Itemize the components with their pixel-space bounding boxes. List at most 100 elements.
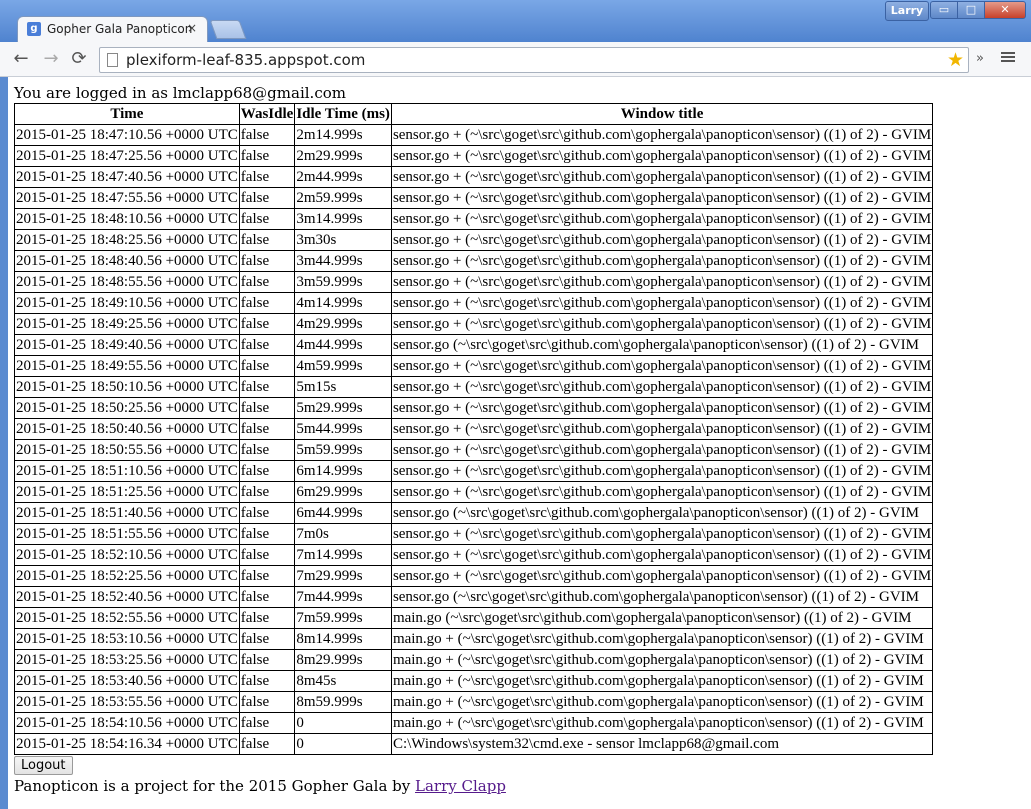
table-row: 2015-01-25 18:52:55.56 +0000 UTC false 7m5… [14, 607, 934, 629]
table-row: 2015-01-25 18:47:40.56 +0000 UTC false 2m4… [14, 166, 934, 188]
cell-time: 2015-01-25 18:50:10.56 +0000 UTC [14, 376, 240, 398]
cell-wasidle: false [238, 334, 296, 356]
cell-idle-time: 7m44.999s [294, 586, 392, 608]
cell-window-title: sensor.go + (~\src\goget\src\github.com\… [390, 250, 934, 272]
column-header-time: Time [14, 103, 240, 125]
minimize-button[interactable]: ▭ [930, 1, 958, 19]
table-row: 2015-01-25 18:49:25.56 +0000 UTC false 4m2… [14, 313, 934, 335]
cell-window-title: sensor.go + (~\src\goget\src\github.com\… [390, 187, 934, 209]
column-header-idle-time: Idle Time (ms) [294, 103, 392, 125]
cell-wasidle: false [238, 649, 296, 671]
cell-window-title: sensor.go + (~\src\goget\src\github.com\… [390, 355, 934, 377]
cell-window-title: sensor.go + (~\src\goget\src\github.com\… [390, 376, 934, 398]
forward-button[interactable]: → [40, 49, 62, 69]
cell-idle-time: 4m14.999s [294, 292, 392, 314]
back-button[interactable]: ← [10, 49, 32, 69]
column-header-window-title: Window title [390, 103, 934, 125]
cell-wasidle: false [238, 481, 296, 503]
google-favicon-icon: g [27, 22, 41, 36]
cell-idle-time: 6m29.999s [294, 481, 392, 503]
cell-wasidle: false [238, 502, 296, 524]
tab-close-icon[interactable]: × [187, 21, 197, 35]
footer-text: Panopticon is a project for the 2015 Gop… [14, 777, 416, 795]
cell-idle-time: 2m29.999s [294, 145, 392, 167]
cell-time: 2015-01-25 18:51:10.56 +0000 UTC [14, 460, 240, 482]
tab-title: Gopher Gala Panopticon [47, 22, 193, 36]
cell-window-title: sensor.go + (~\src\goget\src\github.com\… [390, 124, 934, 146]
table-row: 2015-01-25 18:50:40.56 +0000 UTC false 5m4… [14, 418, 934, 440]
footer: Panopticon is a project for the 2015 Gop… [14, 777, 506, 795]
cell-window-title: main.go + (~\src\goget\src\github.com\go… [390, 670, 934, 692]
cell-idle-time: 4m59.999s [294, 355, 392, 377]
cell-time: 2015-01-25 18:53:40.56 +0000 UTC [14, 670, 240, 692]
chrome-menu-icon[interactable] [1001, 50, 1015, 66]
reload-button[interactable]: ⟳ [68, 49, 90, 69]
cell-window-title: main.go (~\src\goget\src\github.com\goph… [390, 607, 934, 629]
column-header-wasidle: WasIdle [238, 103, 296, 125]
author-link[interactable]: Larry Clapp [415, 777, 506, 795]
logged-in-message: You are logged in as lmclapp68@gmail.com [14, 84, 346, 102]
table-row: 2015-01-25 18:48:40.56 +0000 UTC false 3m4… [14, 250, 934, 272]
cell-wasidle: false [238, 418, 296, 440]
cell-wasidle: false [238, 271, 296, 293]
cell-window-title: sensor.go + (~\src\goget\src\github.com\… [390, 481, 934, 503]
cell-window-title: main.go + (~\src\goget\src\github.com\go… [390, 628, 934, 650]
cell-time: 2015-01-25 18:51:25.56 +0000 UTC [14, 481, 240, 503]
cell-idle-time: 8m45s [294, 670, 392, 692]
cell-time: 2015-01-25 18:54:10.56 +0000 UTC [14, 712, 240, 734]
cell-window-title: sensor.go + (~\src\goget\src\github.com\… [390, 292, 934, 314]
new-tab-button[interactable] [209, 20, 247, 39]
reload-icon: ⟳ [71, 48, 87, 69]
cell-idle-time: 2m14.999s [294, 124, 392, 146]
table-row: 2015-01-25 18:51:10.56 +0000 UTC false 6m1… [14, 460, 934, 482]
maximize-button[interactable]: □ [957, 1, 985, 19]
extensions-chevron-icon[interactable]: » [976, 51, 984, 66]
cell-wasidle: false [238, 691, 296, 713]
cell-window-title: sensor.go + (~\src\goget\src\github.com\… [390, 145, 934, 167]
cell-idle-time: 4m44.999s [294, 334, 392, 356]
url-text[interactable]: plexiform-leaf-835.appspot.com [126, 51, 365, 69]
cell-time: 2015-01-25 18:49:25.56 +0000 UTC [14, 313, 240, 335]
cell-wasidle: false [238, 712, 296, 734]
table-row: 2015-01-25 18:51:25.56 +0000 UTC false 6m2… [14, 481, 934, 503]
cell-idle-time: 0 [294, 733, 392, 755]
close-window-button[interactable]: ✕ [984, 1, 1026, 19]
cell-idle-time: 3m44.999s [294, 250, 392, 272]
logout-button[interactable]: Logout [14, 756, 73, 775]
cell-idle-time: 8m59.999s [294, 691, 392, 713]
table-header-row: Time WasIdle Idle Time (ms) Window title [14, 103, 934, 125]
cell-window-title: sensor.go + (~\src\goget\src\github.com\… [390, 565, 934, 587]
table-row: 2015-01-25 18:54:10.56 +0000 UTC false 0 ma… [14, 712, 934, 734]
cell-wasidle: false [238, 313, 296, 335]
table-row: 2015-01-25 18:49:55.56 +0000 UTC false 4m5… [14, 355, 934, 377]
close-icon: ✕ [1000, 3, 1010, 16]
cell-window-title: C:\Windows\system32\cmd.exe - sensor lmc… [390, 733, 934, 755]
cell-wasidle: false [238, 565, 296, 587]
cell-idle-time: 6m14.999s [294, 460, 392, 482]
cell-time: 2015-01-25 18:50:40.56 +0000 UTC [14, 418, 240, 440]
cell-time: 2015-01-25 18:53:25.56 +0000 UTC [14, 649, 240, 671]
maximize-icon: □ [965, 3, 977, 16]
cell-wasidle: false [238, 166, 296, 188]
tab-active[interactable]: g Gopher Gala Panopticon × [17, 16, 208, 42]
profile-button[interactable]: Larry [885, 1, 929, 21]
page-content: You are logged in as lmclapp68@gmail.com… [8, 77, 1031, 809]
table-row: 2015-01-25 18:47:55.56 +0000 UTC false 2m5… [14, 187, 934, 209]
cell-window-title: sensor.go + (~\src\goget\src\github.com\… [390, 397, 934, 419]
cell-wasidle: false [238, 187, 296, 209]
cell-idle-time: 5m15s [294, 376, 392, 398]
cell-time: 2015-01-25 18:53:55.56 +0000 UTC [14, 691, 240, 713]
bookmark-star-icon[interactable]: ★ [947, 49, 964, 71]
cell-window-title: sensor.go (~\src\goget\src\github.com\go… [390, 334, 934, 356]
cell-wasidle: false [238, 376, 296, 398]
cell-window-title: sensor.go + (~\src\goget\src\github.com\… [390, 271, 934, 293]
cell-wasidle: false [238, 628, 296, 650]
cell-window-title: sensor.go + (~\src\goget\src\github.com\… [390, 166, 934, 188]
cell-wasidle: false [238, 145, 296, 167]
cell-time: 2015-01-25 18:49:40.56 +0000 UTC [14, 334, 240, 356]
forward-arrow-icon: → [43, 48, 59, 69]
table-row: 2015-01-25 18:53:10.56 +0000 UTC false 8m1… [14, 628, 934, 650]
address-bar[interactable]: plexiform-leaf-835.appspot.com ★ [99, 47, 969, 73]
back-arrow-icon: ← [13, 48, 29, 69]
cell-time: 2015-01-25 18:51:40.56 +0000 UTC [14, 502, 240, 524]
